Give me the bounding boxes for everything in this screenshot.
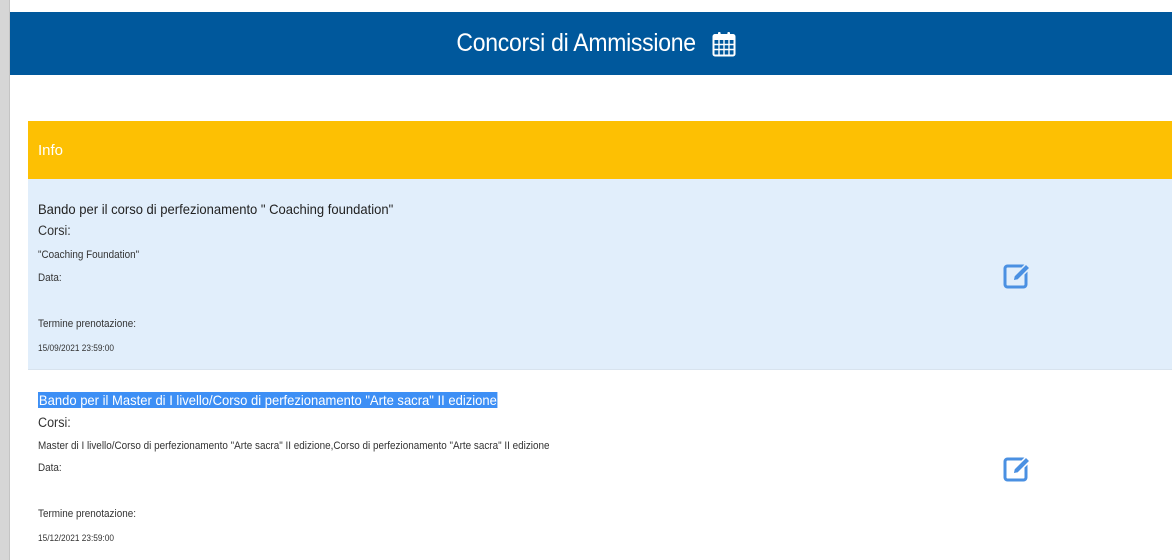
courses-label: Corsi: bbox=[38, 415, 71, 430]
edit-icon bbox=[1003, 455, 1032, 482]
calendar-icon bbox=[712, 31, 736, 57]
deadline-value: 15/09/2021 23:59:00 bbox=[38, 343, 114, 353]
courses-value: Master di I livello/Corso di perfezionam… bbox=[38, 440, 550, 452]
date-label: Data: bbox=[38, 272, 62, 284]
edit-icon bbox=[1003, 262, 1032, 289]
list-item: Bando per il corso di perfezionamento " … bbox=[28, 179, 1172, 370]
deadline-value: 15/12/2021 23:59:00 bbox=[38, 533, 114, 543]
entry-title: Bando per il Master di I livello/Corso d… bbox=[38, 392, 498, 408]
deadline-label: Termine prenotazione: bbox=[38, 318, 136, 330]
courses-label: Corsi: bbox=[38, 223, 71, 238]
info-label: Info bbox=[38, 141, 64, 159]
edit-button[interactable] bbox=[1002, 260, 1034, 292]
list-item: Bando per il Master di I livello/Corso d… bbox=[28, 371, 1172, 560]
edit-button[interactable] bbox=[1002, 453, 1034, 485]
page-header: Concorsi di Ammissione bbox=[10, 12, 1172, 75]
courses-value: "Coaching Foundation" bbox=[38, 249, 140, 261]
entry-title: Bando per il corso di perfezionamento " … bbox=[38, 201, 394, 217]
page-title: Concorsi di Ammissione bbox=[456, 29, 697, 57]
date-label: Data: bbox=[38, 462, 62, 474]
page: Concorsi di Ammissione Info Bando per il… bbox=[0, 0, 1172, 560]
left-scroll-rail bbox=[0, 0, 10, 560]
info-section-header: Info bbox=[28, 121, 1172, 179]
deadline-label: Termine prenotazione: bbox=[38, 508, 136, 520]
